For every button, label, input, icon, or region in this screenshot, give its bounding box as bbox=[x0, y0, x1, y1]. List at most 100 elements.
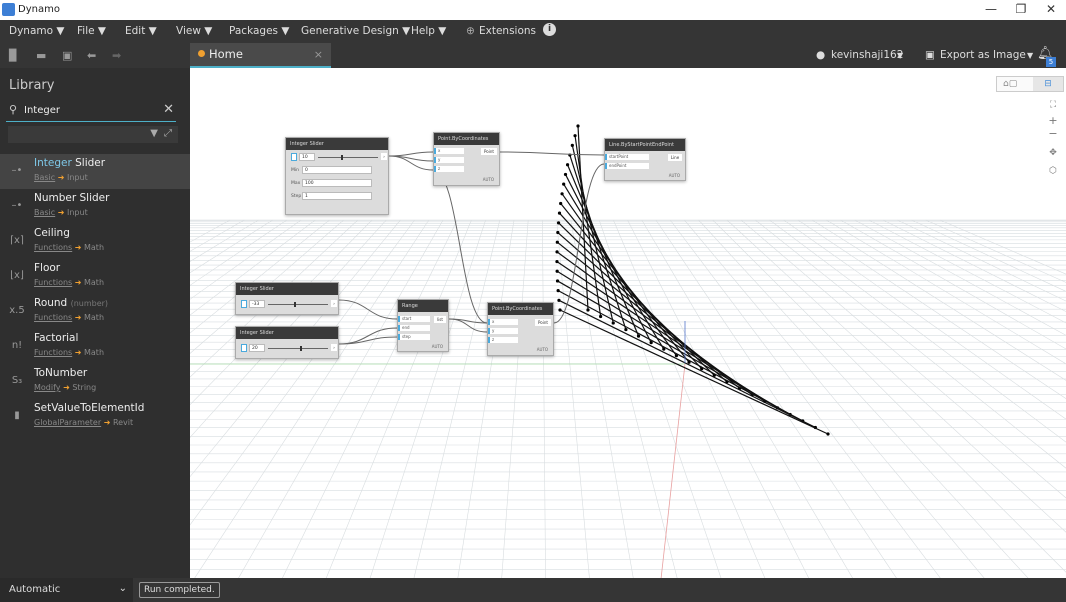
output-port-point[interactable]: Point bbox=[481, 148, 497, 155]
export-image-button[interactable]: Export as Image bbox=[940, 49, 1026, 61]
slider-thumb[interactable] bbox=[294, 302, 296, 307]
pan-icon[interactable]: ✥ bbox=[1047, 148, 1059, 158]
slider-toggle[interactable] bbox=[241, 300, 247, 308]
graph-view-icon[interactable]: ⊟ bbox=[1033, 77, 1063, 91]
close-window-button[interactable]: ✕ bbox=[1036, 2, 1066, 16]
save-icon[interactable]: ▣ bbox=[62, 49, 72, 62]
library-item-category-link[interactable]: Functions bbox=[34, 243, 72, 252]
menu-generative-design[interactable]: Generative Design ▼ bbox=[301, 25, 410, 37]
menu-view[interactable]: View ▼ bbox=[176, 25, 212, 37]
export-image-icon: ▣ bbox=[925, 49, 935, 61]
output-port-list[interactable]: list bbox=[434, 316, 446, 323]
library-item-category-link[interactable]: Functions bbox=[34, 313, 72, 322]
geometry-view-icon[interactable]: ⌂▢ bbox=[1003, 79, 1017, 89]
integer-slider-node-1[interactable]: Integer Slider 10 › Min 0 Max 100 Step 1 bbox=[285, 137, 389, 215]
slider-track[interactable] bbox=[318, 157, 378, 158]
open-folder-icon[interactable]: ▬ bbox=[36, 49, 46, 62]
new-file-icon[interactable]: ▉ bbox=[9, 49, 17, 62]
expand-icon[interactable]: ⤢ bbox=[164, 128, 172, 139]
slider-thumb[interactable] bbox=[341, 155, 343, 160]
slider-track[interactable] bbox=[268, 304, 328, 305]
library-item-group: Math bbox=[84, 278, 105, 287]
menu-packages[interactable]: Packages ▼ bbox=[229, 25, 289, 37]
range-node[interactable]: Range start end step list AUTO bbox=[397, 299, 449, 352]
input-port-x[interactable]: x bbox=[488, 319, 518, 325]
slider-output-port[interactable]: › bbox=[331, 300, 337, 307]
slider-output-port[interactable]: › bbox=[381, 153, 387, 160]
input-port-endpoint[interactable]: endPoint bbox=[605, 163, 649, 169]
menu-dynamo[interactable]: Dynamo ▼ bbox=[9, 25, 64, 37]
restore-button[interactable]: ❐ bbox=[1006, 2, 1036, 16]
library-search[interactable]: ⚲ Integer ✕ bbox=[6, 100, 176, 122]
slider-track[interactable] bbox=[268, 348, 328, 349]
library-item[interactable]: –• Integer Slider Basic ➜ Input bbox=[0, 154, 190, 189]
tab-home[interactable]: Home × bbox=[190, 43, 331, 68]
input-port-z[interactable]: z bbox=[488, 337, 518, 343]
revit-icon: ▮ bbox=[14, 410, 20, 421]
view-toggle[interactable]: ⌂▢ ⊟ bbox=[996, 76, 1064, 92]
library-item-category-link[interactable]: Basic bbox=[34, 208, 55, 217]
integer-slider-node-2[interactable]: Integer Slider -33 › bbox=[235, 282, 339, 315]
min-field[interactable]: 0 bbox=[302, 166, 372, 174]
output-port-point[interactable]: Point bbox=[535, 319, 551, 326]
export-menu-caret[interactable]: ▼ bbox=[1027, 51, 1033, 60]
input-port-x[interactable]: x bbox=[434, 148, 464, 154]
input-port-start[interactable]: start bbox=[398, 316, 430, 322]
slider-value-field[interactable]: 10 bbox=[299, 153, 315, 161]
library-item-category-link[interactable]: Functions bbox=[34, 348, 72, 357]
zoom-fit-icon[interactable]: ⛶ bbox=[1047, 100, 1059, 110]
menu-extensions[interactable]: Extensions bbox=[479, 25, 536, 37]
user-menu-caret[interactable]: ▼ bbox=[897, 51, 903, 60]
point-by-coordinates-node-1[interactable]: Point.ByCoordinates x y z Point AUTO bbox=[433, 132, 500, 186]
orbit-icon[interactable]: ⬡ bbox=[1047, 166, 1059, 176]
slider-output-port[interactable]: › bbox=[331, 344, 337, 351]
step-field[interactable]: 1 bbox=[302, 192, 372, 200]
input-port-z[interactable]: z bbox=[434, 166, 464, 172]
user-name[interactable]: kevinshaji162 bbox=[831, 49, 903, 61]
library-item-category-link[interactable]: Basic bbox=[34, 173, 55, 182]
input-port-y[interactable]: y bbox=[488, 328, 518, 334]
input-port-y[interactable]: y bbox=[434, 157, 464, 163]
point-by-coordinates-node-2[interactable]: Point.ByCoordinates x y z Point AUTO bbox=[487, 302, 554, 356]
integer-slider-node-3[interactable]: Integer Slider 20 › bbox=[235, 326, 339, 359]
slider-value-field[interactable]: 20 bbox=[249, 344, 265, 352]
zoom-in-icon[interactable]: + bbox=[1047, 114, 1059, 127]
slider-thumb[interactable] bbox=[300, 346, 302, 351]
info-icon[interactable]: i bbox=[543, 23, 556, 36]
graph-canvas[interactable]: Integer Slider 10 › Min 0 Max 100 Step 1… bbox=[190, 68, 1066, 578]
library-item-category-link[interactable]: Functions bbox=[34, 278, 72, 287]
slider-value-field[interactable]: -33 bbox=[249, 300, 265, 308]
library-item[interactable]: ⌊x⌋ Floor Functions ➜ Math bbox=[0, 259, 190, 294]
close-tab-icon[interactable]: × bbox=[314, 48, 323, 61]
library-item[interactable]: S₃ ToNumber Modify ➜ String bbox=[0, 364, 190, 399]
menu-file[interactable]: File ▼ bbox=[77, 25, 106, 37]
library-item[interactable]: –• Number Slider Basic ➜ Input bbox=[0, 189, 190, 224]
slider-toggle[interactable] bbox=[291, 153, 297, 161]
library-item[interactable]: ▮ SetValueToElementId GlobalParameter ➜ R… bbox=[0, 399, 190, 434]
library-item-category-link[interactable]: Modify bbox=[34, 383, 61, 392]
input-port-end[interactable]: end bbox=[398, 325, 430, 331]
line-by-start-end-node[interactable]: Line.ByStartPointEndPoint startPoint end… bbox=[604, 138, 686, 181]
output-port-line[interactable]: Line bbox=[668, 154, 682, 161]
library-item[interactable]: n! Factorial Functions ➜ Math bbox=[0, 329, 190, 364]
search-input[interactable]: Integer bbox=[24, 105, 60, 116]
max-field[interactable]: 100 bbox=[302, 179, 372, 187]
undo-icon[interactable]: ⬅ bbox=[87, 49, 96, 62]
input-port-startpoint[interactable]: startPoint bbox=[605, 154, 649, 160]
clear-search-icon[interactable]: ✕ bbox=[163, 102, 174, 117]
node-title: Point.ByCoordinates bbox=[488, 303, 553, 315]
run-mode-dropdown[interactable]: Automatic ⌄ bbox=[0, 578, 133, 602]
redo-icon[interactable]: ➡ bbox=[112, 49, 121, 62]
zoom-out-icon[interactable]: − bbox=[1047, 127, 1059, 140]
filter-icon[interactable]: ▼ bbox=[150, 128, 158, 139]
menu-edit[interactable]: Edit ▼ bbox=[125, 25, 157, 37]
library-item[interactable]: x.5 Round (number) Functions ➜ Math bbox=[0, 294, 190, 329]
minimize-button[interactable]: — bbox=[976, 2, 1006, 16]
library-item[interactable]: ⌈x⌉ Ceiling Functions ➜ Math bbox=[0, 224, 190, 259]
slider-toggle[interactable] bbox=[241, 344, 247, 352]
slider-icon: –• bbox=[11, 165, 23, 176]
library-item-name: Number Slider bbox=[34, 192, 109, 204]
menu-help[interactable]: Help ▼ bbox=[411, 25, 446, 37]
input-port-step[interactable]: step bbox=[398, 334, 430, 340]
library-item-category-link[interactable]: GlobalParameter bbox=[34, 418, 101, 427]
